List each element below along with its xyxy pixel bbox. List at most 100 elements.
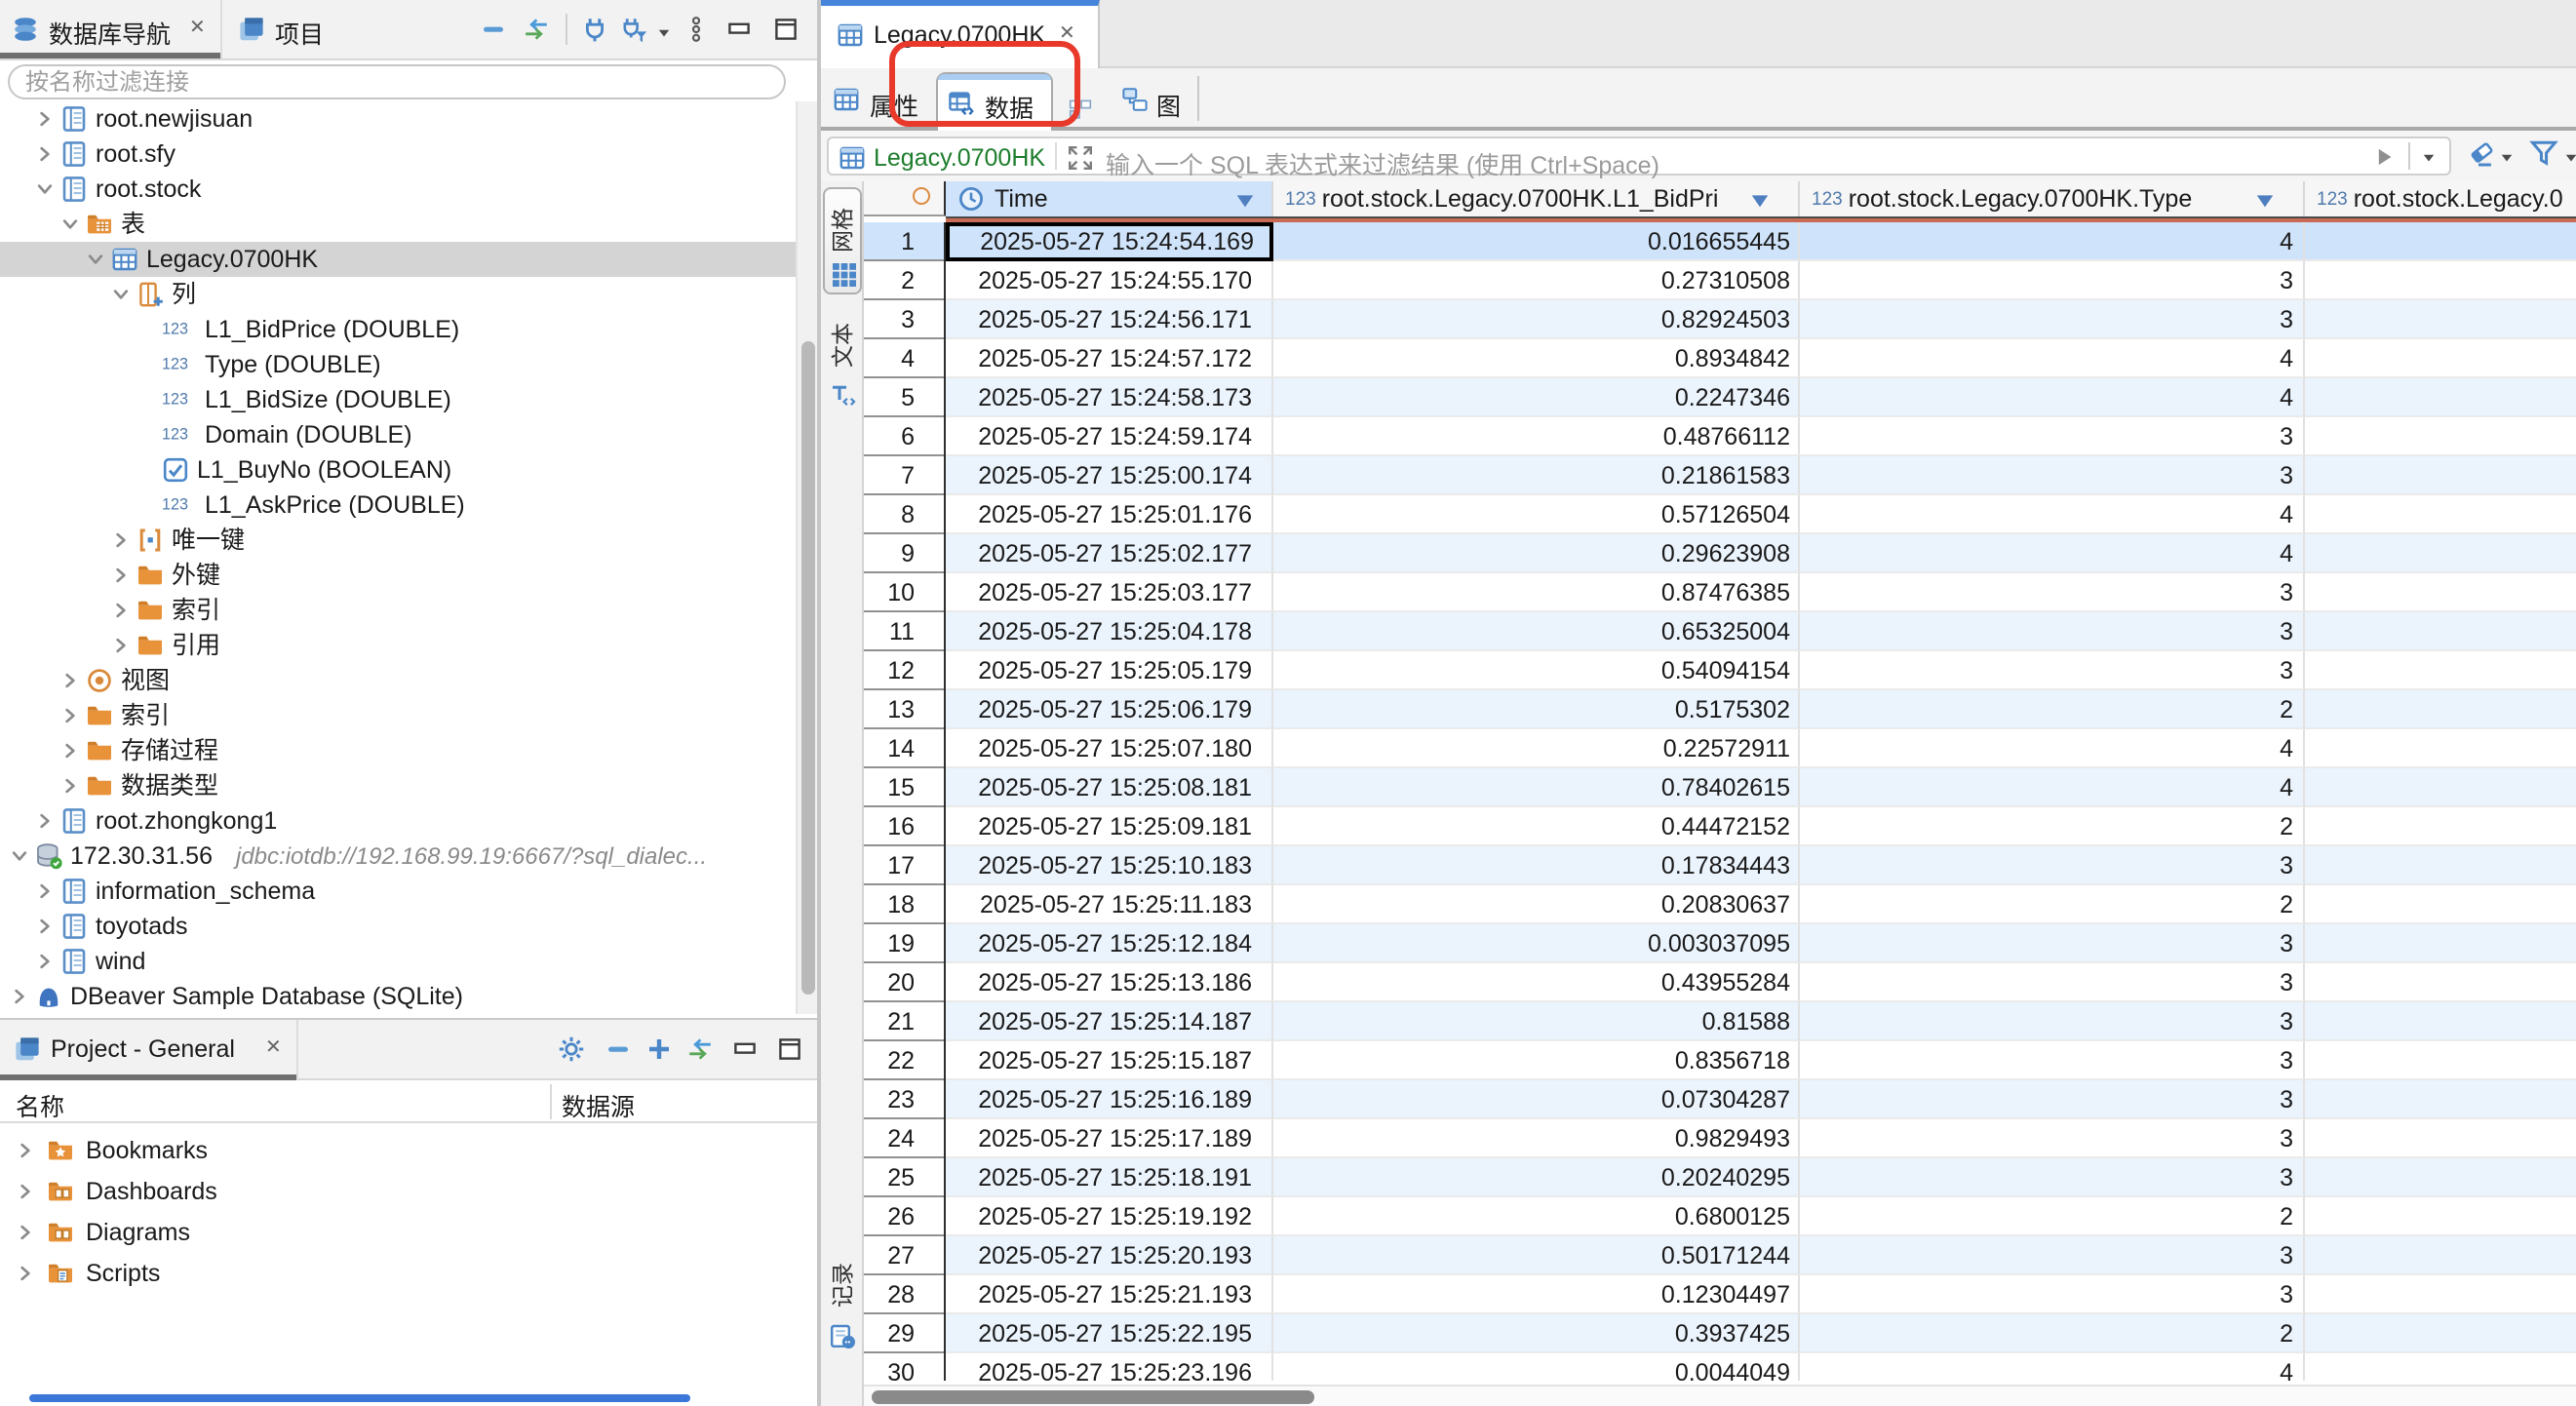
close-tab-icon[interactable]: ✕ bbox=[1059, 23, 1075, 45]
grid-row-14[interactable]: 2025-05-27 15:25:07.1800.225729114 bbox=[946, 729, 2576, 768]
grid-cell[interactable]: 0.5175302 bbox=[1273, 690, 1800, 729]
expand-icon[interactable] bbox=[1067, 143, 1094, 171]
chevron-right-icon[interactable] bbox=[35, 109, 55, 129]
grid-cell[interactable] bbox=[2305, 378, 2576, 417]
row-number[interactable]: 18 bbox=[864, 885, 944, 924]
grid-row-17[interactable]: 2025-05-27 15:25:10.1830.178344433 bbox=[946, 846, 2576, 885]
chevron-right-icon[interactable] bbox=[35, 952, 55, 971]
grid-cell[interactable]: 2025-05-27 15:25:21.193 bbox=[946, 1275, 1273, 1314]
tab-database-navigator[interactable]: 数据库导航 ✕ bbox=[0, 0, 222, 59]
new-connection-icon[interactable] bbox=[581, 16, 608, 43]
grid-cell[interactable] bbox=[2305, 1080, 2576, 1119]
grid-cell[interactable] bbox=[2305, 495, 2576, 534]
grid-cell[interactable]: 2025-05-27 15:24:55.170 bbox=[946, 261, 1273, 300]
row-number[interactable]: 27 bbox=[864, 1236, 944, 1275]
tree-item-DBeaver-Sample-Database-SQLite-[interactable]: DBeaver Sample Database (SQLite) bbox=[0, 979, 817, 1014]
grid-cell[interactable]: 2025-05-27 15:24:56.171 bbox=[946, 300, 1273, 339]
grid-cell[interactable]: 0.003037095 bbox=[1273, 924, 1800, 963]
grid-cell[interactable] bbox=[2305, 573, 2576, 612]
chevron-right-icon[interactable] bbox=[35, 917, 55, 936]
row-number[interactable]: 14 bbox=[864, 729, 944, 768]
grid-cell[interactable]: 3 bbox=[1800, 1041, 2305, 1080]
grid-cell[interactable]: 3 bbox=[1800, 846, 2305, 885]
grid-cell[interactable]: 0.8356718 bbox=[1273, 1041, 1800, 1080]
tree-item-Domain-DOUBLE-[interactable]: 123Domain (DOUBLE) bbox=[0, 417, 817, 452]
grid-row-30[interactable]: 2025-05-27 15:25:23.1960.00440494 bbox=[946, 1353, 2576, 1381]
row-number[interactable]: 12 bbox=[864, 651, 944, 690]
grid-cell[interactable]: 0.3937425 bbox=[1273, 1314, 1800, 1353]
row-number[interactable]: 25 bbox=[864, 1158, 944, 1197]
grid-cell[interactable] bbox=[2305, 885, 2576, 924]
grid-cell[interactable]: 3 bbox=[1800, 1158, 2305, 1197]
grid-cell[interactable]: 0.6800125 bbox=[1273, 1197, 1800, 1236]
grid-cell[interactable]: 2025-05-27 15:25:03.177 bbox=[946, 573, 1273, 612]
grid-cell[interactable]: 4 bbox=[1800, 534, 2305, 573]
row-number[interactable]: 21 bbox=[864, 1002, 944, 1041]
grid-row-21[interactable]: 2025-05-27 15:25:14.1870.815883 bbox=[946, 1002, 2576, 1041]
tree-item--[interactable]: 索引 bbox=[0, 698, 817, 733]
grid-cell[interactable] bbox=[2305, 846, 2576, 885]
connection-filter-input[interactable] bbox=[8, 64, 786, 99]
grid-cell[interactable]: 0.17834443 bbox=[1273, 846, 1800, 885]
grid-row-3[interactable]: 2025-05-27 15:24:56.1710.829245033 bbox=[946, 300, 2576, 339]
close-tab-icon[interactable]: ✕ bbox=[189, 18, 206, 39]
grid-cell[interactable]: 0.44472152 bbox=[1273, 807, 1800, 846]
grid-cell[interactable]: 0.8934842 bbox=[1273, 339, 1800, 378]
row-number[interactable]: 10 bbox=[864, 573, 944, 612]
grid-cell[interactable]: 0.50171244 bbox=[1273, 1236, 1800, 1275]
grid-cell[interactable] bbox=[2305, 300, 2576, 339]
view-tab-record[interactable]: 记录 bbox=[821, 1244, 864, 1357]
grid-cell[interactable] bbox=[2305, 1002, 2576, 1041]
grid-cell[interactable]: 0.82924503 bbox=[1273, 300, 1800, 339]
grid-cell[interactable]: 4 bbox=[1800, 729, 2305, 768]
chevron-right-icon[interactable] bbox=[60, 706, 80, 725]
row-number[interactable]: 5 bbox=[864, 378, 944, 417]
row-number[interactable]: 11 bbox=[864, 612, 944, 651]
grid-row-13[interactable]: 2025-05-27 15:25:06.1790.51753022 bbox=[946, 690, 2576, 729]
row-number[interactable]: 8 bbox=[864, 495, 944, 534]
grid-cell[interactable]: 2025-05-27 15:25:20.193 bbox=[946, 1236, 1273, 1275]
row-number[interactable]: 24 bbox=[864, 1119, 944, 1158]
chevron-right-icon[interactable] bbox=[111, 530, 131, 550]
grid-cell[interactable]: 2 bbox=[1800, 807, 2305, 846]
filter-dropdown-icon[interactable] bbox=[2562, 148, 2576, 166]
collapse-all-icon[interactable] bbox=[480, 16, 507, 43]
grid-cell[interactable]: 0.2247346 bbox=[1273, 378, 1800, 417]
grid-cell[interactable]: 0.43955284 bbox=[1273, 963, 1800, 1002]
grid-hscrollbar-thumb[interactable] bbox=[872, 1390, 1314, 1404]
grid-cell[interactable]: 3 bbox=[1800, 612, 2305, 651]
grid-row-7[interactable]: 2025-05-27 15:25:00.1740.218615833 bbox=[946, 456, 2576, 495]
sql-filter-input[interactable]: Legacy.0700HK 输入一个 SQL 表达式来过滤结果 (使用 Ctrl… bbox=[827, 137, 2451, 176]
grid-row-12[interactable]: 2025-05-27 15:25:05.1790.540941543 bbox=[946, 651, 2576, 690]
grid-cell[interactable]: 2 bbox=[1800, 1197, 2305, 1236]
chevron-down-icon[interactable] bbox=[86, 250, 105, 269]
row-number[interactable]: 26 bbox=[864, 1197, 944, 1236]
maximize-icon[interactable] bbox=[772, 16, 800, 43]
grid-cell[interactable]: 0.29623908 bbox=[1273, 534, 1800, 573]
grid-cell[interactable]: 0.0044049 bbox=[1273, 1353, 1800, 1381]
tree-scrollbar[interactable] bbox=[796, 101, 817, 1014]
focused-cell[interactable]: 2025-05-27 15:24:54.169 bbox=[946, 222, 1273, 261]
chevron-down-icon[interactable] bbox=[60, 215, 80, 234]
grid-cell[interactable] bbox=[2305, 651, 2576, 690]
grid-cell[interactable] bbox=[2305, 768, 2576, 807]
grid-cell[interactable]: 2025-05-27 15:24:57.172 bbox=[946, 339, 1273, 378]
grid-cell[interactable]: 2025-05-27 15:25:23.196 bbox=[946, 1353, 1273, 1381]
connection-filter-icon[interactable] bbox=[620, 16, 647, 43]
chevron-down-icon[interactable] bbox=[35, 179, 55, 199]
maximize-icon[interactable] bbox=[776, 1035, 803, 1063]
grid-cell[interactable] bbox=[2305, 534, 2576, 573]
grid-cell[interactable] bbox=[2305, 261, 2576, 300]
grid-cell[interactable]: 2025-05-27 15:25:09.181 bbox=[946, 807, 1273, 846]
expand-icon[interactable] bbox=[645, 1035, 673, 1063]
chevron-down-icon[interactable] bbox=[111, 285, 131, 304]
tab-projects[interactable]: 项目 bbox=[222, 0, 343, 59]
grid-cell[interactable]: 2025-05-27 15:25:18.191 bbox=[946, 1158, 1273, 1197]
column-header-name[interactable]: 名称 bbox=[16, 1086, 64, 1123]
chevron-down-icon[interactable] bbox=[10, 846, 29, 866]
grid-cell[interactable]: 3 bbox=[1800, 573, 2305, 612]
chevron-right-icon[interactable] bbox=[16, 1223, 35, 1242]
connection-filter-dropdown-icon[interactable] bbox=[655, 23, 673, 41]
grid-cell[interactable]: 0.016655445 bbox=[1273, 222, 1800, 261]
grid-cell[interactable]: 2025-05-27 15:25:04.178 bbox=[946, 612, 1273, 651]
